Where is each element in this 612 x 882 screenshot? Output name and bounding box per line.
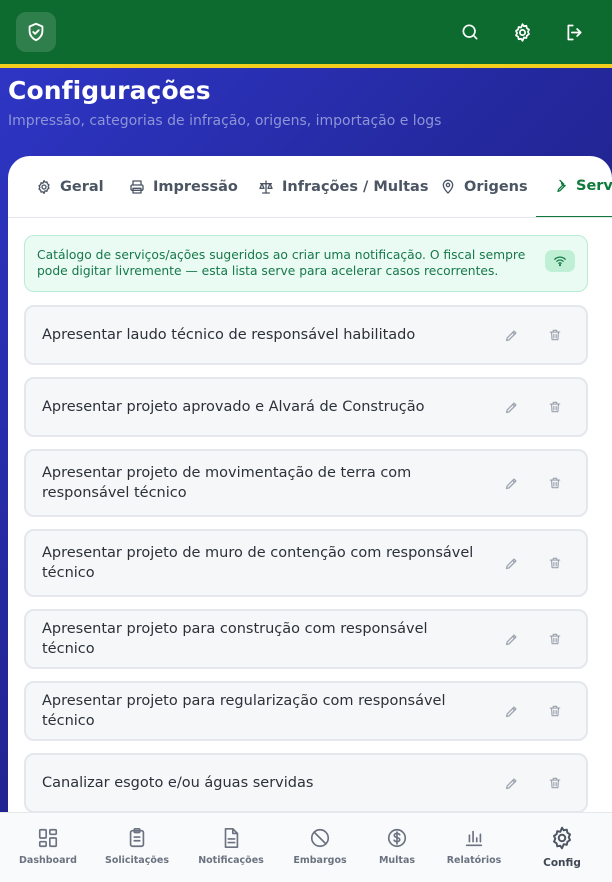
nav-item-embargos[interactable]: Embargos	[290, 827, 350, 866]
nav-item-config[interactable]: Config	[538, 825, 586, 869]
list-item[interactable]: Apresentar projeto para regularização co…	[24, 681, 588, 741]
item-label: Apresentar projeto de movimentação de te…	[42, 465, 412, 501]
tab-infracoes-multas[interactable]: Infrações / Multas	[258, 156, 429, 217]
trash-icon[interactable]	[544, 628, 566, 650]
nav-item-solicitacoes[interactable]: Solicitações	[104, 827, 170, 866]
trash-icon[interactable]	[544, 772, 566, 794]
list-item[interactable]: Apresentar projeto de muro de contenção …	[24, 529, 588, 597]
gear-icon	[553, 826, 571, 850]
wifi-icon	[545, 250, 575, 272]
page-title: Configurações	[8, 76, 211, 105]
shield-check-icon[interactable]	[16, 12, 56, 52]
edit-pencil-icon[interactable]	[500, 324, 522, 346]
trash-icon[interactable]	[544, 552, 566, 574]
tab-label: Impressão	[153, 179, 238, 195]
nav-item-multas[interactable]: Multas	[372, 827, 422, 866]
nav-label: Config	[543, 857, 581, 869]
tab-label: Infrações / Multas	[282, 179, 429, 195]
tab-origens[interactable]: Origens	[440, 156, 528, 217]
trash-icon[interactable]	[544, 324, 566, 346]
clipboard-icon	[129, 828, 145, 848]
bar-chart-icon	[465, 830, 483, 847]
edit-pencil-icon[interactable]	[500, 552, 522, 574]
wrench-icon	[557, 179, 566, 192]
item-label: Canalizar esgoto e/ou águas servidas	[42, 775, 314, 791]
nav-item-notificacoes[interactable]: Notificações	[196, 827, 266, 866]
nav-item-relatorios[interactable]: Relatórios	[446, 827, 502, 866]
nav-item-dashboard[interactable]: Dashboard	[18, 827, 78, 866]
map-pin-icon	[442, 179, 454, 194]
item-label: Apresentar projeto aprovado e Alvará de …	[42, 399, 425, 415]
item-label: Apresentar projeto para construção com r…	[42, 621, 428, 657]
bottom-nav: Dashboard Solicitações Notificações Emba…	[0, 812, 612, 882]
top-bar	[0, 0, 612, 64]
dollar-icon	[387, 828, 407, 848]
gear-icon	[38, 180, 50, 194]
edit-pencil-icon[interactable]	[500, 628, 522, 650]
ban-icon	[310, 828, 330, 848]
item-label: Apresentar projeto para regularização co…	[42, 693, 446, 729]
list-item[interactable]: Apresentar laudo técnico de responsável …	[24, 305, 588, 365]
tab-servicos[interactable]: Serv	[536, 156, 612, 217]
tab-label: Serv	[576, 178, 612, 194]
nav-label: Solicitações	[105, 855, 169, 866]
nav-label: Dashboard	[19, 855, 77, 866]
info-text: Catálogo de serviços/ações sugeridos ao …	[37, 248, 526, 278]
document-icon	[224, 828, 239, 848]
gear-icon[interactable]	[510, 20, 534, 44]
tab-impressao[interactable]: Impressão	[129, 156, 238, 217]
logout-icon[interactable]	[562, 20, 586, 44]
list-item[interactable]: Canalizar esgoto e/ou águas servidas	[24, 753, 588, 813]
page-subtitle: Impressão, categorias de infração, orige…	[8, 113, 442, 129]
trash-icon[interactable]	[544, 396, 566, 418]
printer-icon	[130, 180, 144, 194]
tab-label: Geral	[60, 179, 104, 195]
scale-icon	[259, 180, 273, 194]
trash-icon[interactable]	[544, 472, 566, 494]
edit-pencil-icon[interactable]	[500, 396, 522, 418]
header-accent-stripe	[0, 64, 612, 68]
nav-label: Relatórios	[446, 855, 502, 866]
edit-pencil-icon[interactable]	[500, 472, 522, 494]
tab-geral[interactable]: Geral	[36, 156, 104, 217]
list-item[interactable]: Apresentar projeto aprovado e Alvará de …	[24, 377, 588, 437]
list-item[interactable]: Apresentar projeto de movimentação de te…	[24, 449, 588, 517]
tab-label: Origens	[464, 179, 528, 195]
search-icon[interactable]	[458, 20, 482, 44]
edit-pencil-icon[interactable]	[500, 700, 522, 722]
item-label: Apresentar projeto de muro de contenção …	[42, 545, 474, 581]
edit-pencil-icon[interactable]	[500, 772, 522, 794]
settings-tabs: Geral Impressão Infrações / Multas Orige…	[8, 156, 612, 218]
item-label: Apresentar laudo técnico de responsável …	[42, 327, 416, 343]
info-banner: Catálogo de serviços/ações sugeridos ao …	[24, 235, 588, 292]
trash-icon[interactable]	[544, 700, 566, 722]
settings-card: Geral Impressão Infrações / Multas Orige…	[8, 156, 612, 816]
nav-label: Multas	[378, 855, 416, 866]
nav-label: Embargos	[293, 855, 347, 866]
dashboard-icon	[38, 828, 58, 848]
nav-label: Notificações	[198, 855, 264, 866]
list-item[interactable]: Apresentar projeto para construção com r…	[24, 609, 588, 669]
